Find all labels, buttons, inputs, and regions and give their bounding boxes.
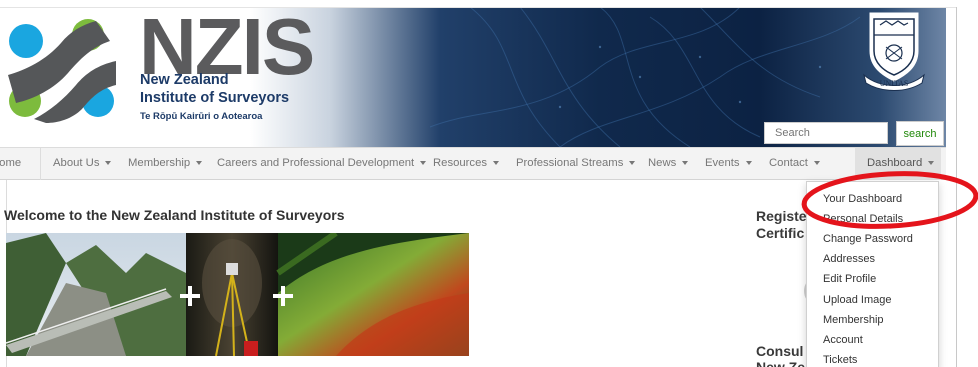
caret-down-icon bbox=[493, 161, 499, 166]
sidebar-heading-2-line-2: New Ze bbox=[756, 359, 806, 367]
caret-down-icon bbox=[745, 161, 752, 166]
brand-subtitle: Te Rōpū Kairūri o Aotearoa bbox=[140, 111, 263, 122]
nzis-logo-icon bbox=[8, 19, 116, 123]
red-annotation-ellipse bbox=[801, 171, 978, 229]
nav-news-label: News bbox=[648, 157, 677, 169]
caret-down-icon bbox=[420, 161, 427, 166]
nav-resources-label: Resources bbox=[433, 157, 487, 169]
nav-about-us-label: About Us bbox=[53, 157, 100, 169]
search-input[interactable] bbox=[764, 122, 888, 144]
nav-events-label: Events bbox=[705, 157, 740, 169]
caret-down-icon bbox=[928, 161, 935, 166]
dropdown-item-account[interactable]: Account bbox=[823, 333, 863, 347]
caret-down-icon bbox=[813, 161, 820, 166]
dropdown-item-change-password[interactable]: Change Password bbox=[823, 232, 913, 246]
nav-divider bbox=[40, 148, 41, 180]
nav-professional-streams-label: Professional Streams bbox=[516, 157, 624, 169]
dropdown-item-upload-image[interactable]: Upload Image bbox=[823, 293, 892, 307]
nav-resources[interactable]: Resources bbox=[433, 148, 499, 180]
page-title: Welcome to the New Zealand Institute of … bbox=[4, 207, 345, 223]
dropdown-item-addresses[interactable]: Addresses bbox=[823, 252, 875, 266]
search-button[interactable]: search bbox=[896, 121, 944, 146]
nav-news[interactable]: News bbox=[648, 148, 689, 180]
crest-motto: UNITAS bbox=[880, 79, 909, 88]
caret-down-icon bbox=[629, 161, 636, 166]
nav-about-us[interactable]: About Us bbox=[53, 148, 112, 180]
hero-collage-image bbox=[6, 233, 469, 356]
hero-image bbox=[6, 233, 469, 356]
page: NZIS New Zealand Institute of Surveyors … bbox=[0, 0, 978, 367]
caret-down-icon bbox=[196, 161, 203, 166]
nav-home-label: Home bbox=[0, 157, 22, 169]
top-rule bbox=[0, 7, 956, 8]
nav-careers[interactable]: Careers and Professional Development bbox=[217, 148, 427, 180]
dropdown-item-membership[interactable]: Membership bbox=[823, 313, 884, 327]
dropdown-item-edit-profile[interactable]: Edit Profile bbox=[823, 272, 876, 286]
coat-of-arms-icon: UNITAS bbox=[863, 12, 925, 91]
caret-down-icon bbox=[682, 161, 689, 166]
nav-membership-label: Membership bbox=[128, 157, 191, 169]
dropdown-item-tickets[interactable]: Tickets bbox=[823, 353, 857, 367]
brand-line-2: Institute of Surveyors bbox=[140, 90, 290, 106]
nav-membership[interactable]: Membership bbox=[128, 148, 203, 180]
header-banner: NZIS New Zealand Institute of Surveyors … bbox=[0, 7, 946, 147]
nav-events[interactable]: Events bbox=[705, 148, 752, 180]
nav-careers-label: Careers and Professional Development bbox=[217, 157, 415, 169]
caret-down-icon bbox=[105, 161, 112, 166]
brand-line-1: New Zealand bbox=[140, 72, 229, 88]
nav-professional-streams[interactable]: Professional Streams bbox=[516, 148, 636, 180]
nav-home[interactable]: Home bbox=[0, 148, 25, 180]
